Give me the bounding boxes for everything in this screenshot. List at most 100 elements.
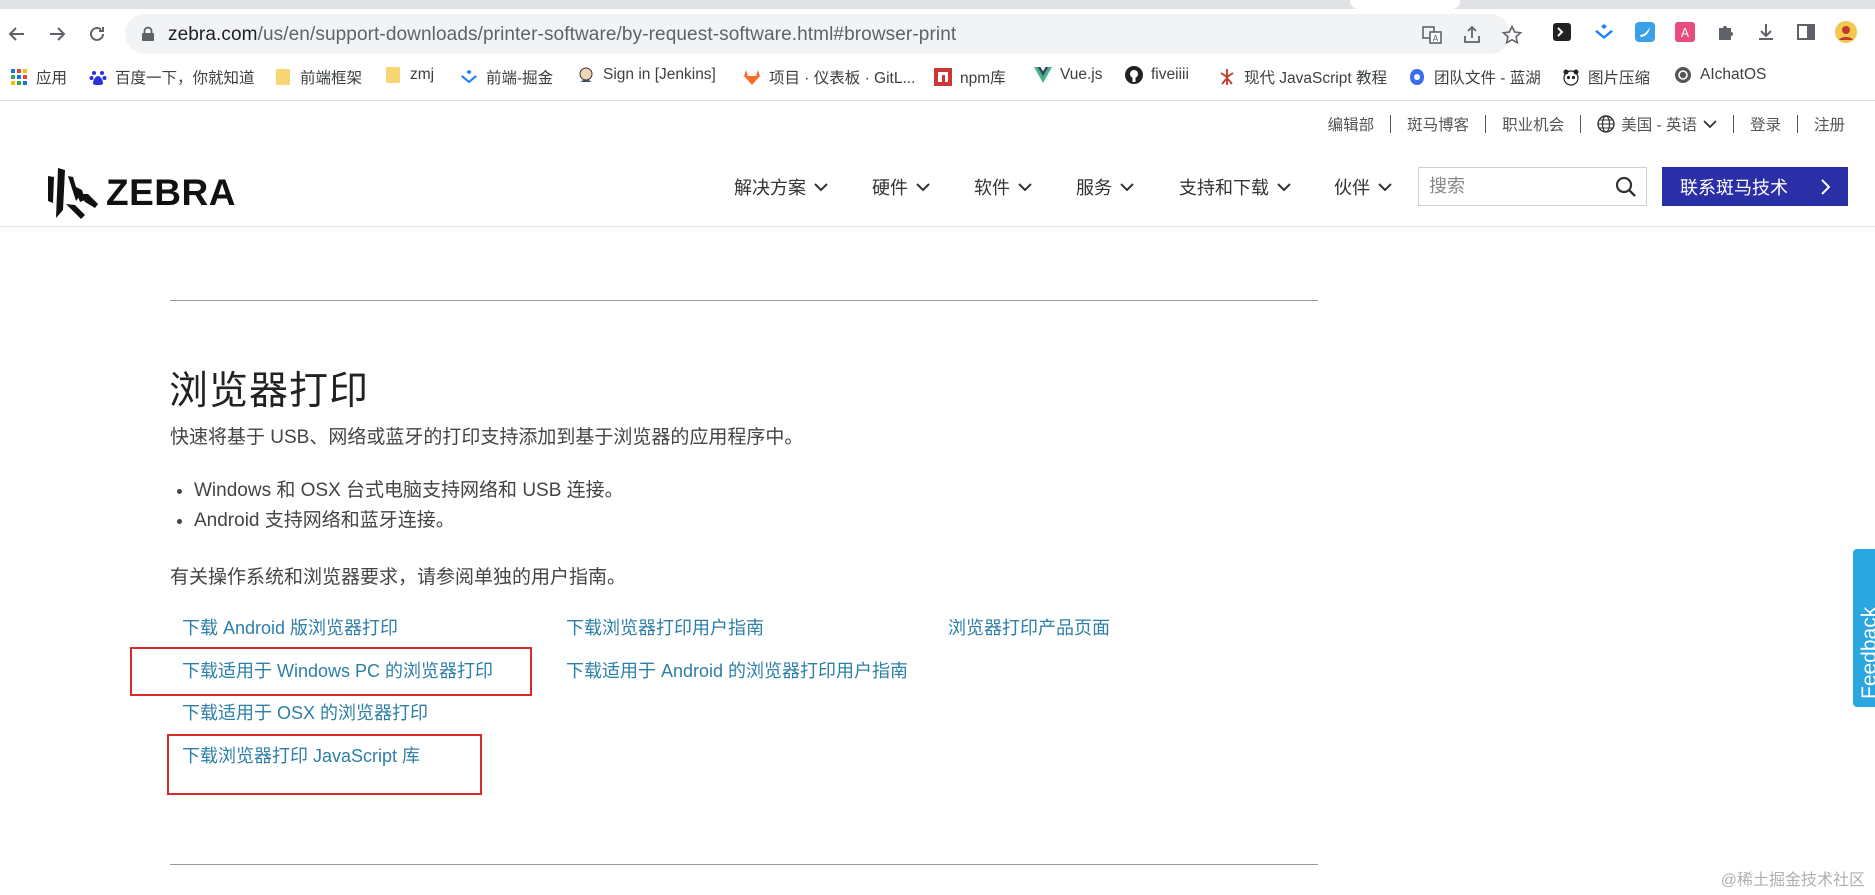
baidu-paw-icon xyxy=(89,68,107,86)
chevron-down-icon xyxy=(1018,183,1032,192)
bookmark-lanhu[interactable]: 团队文件 - 蓝湖 xyxy=(1408,66,1541,88)
folder-icon xyxy=(274,68,292,86)
reload-button[interactable] xyxy=(84,21,110,47)
utility-blog-link[interactable]: 斑马博客 xyxy=(1391,113,1485,135)
bookmark-apps[interactable]: 应用 xyxy=(10,66,67,88)
bookmark-image-compress[interactable]: 图片压缩 xyxy=(1562,66,1650,88)
bookmark-aichatos[interactable]: AIchatOS xyxy=(1674,66,1766,84)
bookmark-folder-zmj[interactable]: zmj xyxy=(384,66,434,84)
download-android-link[interactable]: 下载 Android 版浏览器打印 xyxy=(182,614,398,643)
download-osx-link[interactable]: 下载适用于 OSX 的浏览器打印 xyxy=(182,699,428,728)
contact-label: 联系斑马技术 xyxy=(1680,177,1788,198)
product-page-link[interactable]: 浏览器打印产品页面 xyxy=(948,614,1110,643)
tab-strip xyxy=(0,0,1875,9)
juejin-icon xyxy=(460,68,478,86)
bookmark-github[interactable]: fiveiiii xyxy=(1125,66,1189,84)
nav-services[interactable]: 服务 xyxy=(1076,174,1134,200)
feedback-label: Feedback xyxy=(1858,606,1875,699)
extension-blue-bird-icon[interactable] xyxy=(1633,20,1657,44)
logo-wordmark: ZEBRA xyxy=(106,172,236,213)
bookmark-gitlab[interactable]: 项目 · 仪表板 · GitL... xyxy=(743,66,915,88)
bookmark-folder-frameworks[interactable]: 前端框架 xyxy=(274,66,362,88)
chevron-down-icon xyxy=(1120,183,1134,192)
forward-button[interactable] xyxy=(44,21,70,47)
nav-hardware[interactable]: 硬件 xyxy=(872,174,930,200)
section-divider-top xyxy=(170,300,1318,301)
feature-list: Windows 和 OSX 台式电脑支持网络和 USB 连接。 Android … xyxy=(170,476,624,536)
feedback-tab[interactable]: Feedback xyxy=(1853,549,1875,707)
login-link[interactable]: 登录 xyxy=(1734,113,1797,135)
chevron-down-icon xyxy=(814,183,828,192)
chevron-down-icon xyxy=(1378,183,1392,192)
nav-partners[interactable]: 伙伴 xyxy=(1334,174,1392,200)
utility-editorial-link[interactable]: 编辑部 xyxy=(1312,113,1391,135)
bookmark-jenkins[interactable]: Sign in [Jenkins] xyxy=(577,66,716,84)
site-search xyxy=(1418,167,1647,206)
section-divider-bottom xyxy=(170,864,1318,865)
bookmark-npm[interactable]: npm库 xyxy=(934,66,1006,88)
chevron-right-icon xyxy=(1821,179,1830,195)
folder-icon xyxy=(384,66,402,84)
profile-avatar-icon[interactable] xyxy=(1834,20,1858,44)
zebra-logo[interactable]: ZEBRA xyxy=(44,164,236,222)
url-text: zebra.com/us/en/support-downloads/printe… xyxy=(168,24,957,45)
bookmark-baidu[interactable]: 百度一下，你就知道 xyxy=(89,66,255,88)
download-icon[interactable] xyxy=(1754,20,1778,44)
reload-icon xyxy=(90,26,104,41)
bookmark-juejin[interactable]: 前端-掘金 xyxy=(460,66,553,88)
svg-text:A: A xyxy=(1433,34,1439,43)
browser-chrome: zebra.com/us/en/support-downloads/printe… xyxy=(0,0,1875,101)
gitlab-icon xyxy=(743,68,761,86)
globe-icon xyxy=(1597,115,1615,133)
share-icon[interactable] xyxy=(1461,24,1483,46)
download-android-guide-link[interactable]: 下载适用于 Android 的浏览器打印用户指南 xyxy=(566,657,916,686)
javascript-info-icon xyxy=(1218,68,1236,86)
nav-solutions[interactable]: 解决方案 xyxy=(734,174,828,200)
region-label: 美国 - 英语 xyxy=(1621,117,1697,134)
register-link[interactable]: 注册 xyxy=(1798,113,1845,135)
extension-translate-red-icon[interactable]: A xyxy=(1673,20,1697,44)
zebra-head-icon xyxy=(48,168,98,219)
contact-zebra-button[interactable]: 联系斑马技术 xyxy=(1662,167,1848,206)
github-icon xyxy=(1125,66,1143,84)
region-selector[interactable]: 美国 - 英语 xyxy=(1581,113,1733,135)
chevron-down-icon xyxy=(1277,183,1291,192)
arrow-left-icon xyxy=(8,27,24,41)
download-user-guide-link[interactable]: 下载浏览器打印用户指南 xyxy=(566,614,764,643)
highlight-box-windows xyxy=(130,647,532,696)
extensions-puzzle-icon[interactable] xyxy=(1714,20,1738,44)
vue-icon xyxy=(1034,66,1052,84)
arrow-right-icon xyxy=(50,27,66,41)
bookmark-javascript-info[interactable]: 现代 JavaScript 教程 xyxy=(1218,66,1387,88)
apps-grid-icon xyxy=(10,68,28,86)
nav-software[interactable]: 软件 xyxy=(974,174,1032,200)
list-item: Windows 和 OSX 台式电脑支持网络和 USB 连接。 xyxy=(194,476,624,506)
nav-support-downloads[interactable]: 支持和下载 xyxy=(1179,174,1291,200)
address-bar[interactable]: zebra.com/us/en/support-downloads/printe… xyxy=(125,14,1523,54)
intro-text: 快速将基于 USB、网络或蓝牙的打印支持添加到基于浏览器的应用程序中。 xyxy=(170,427,804,448)
npm-icon xyxy=(934,68,952,86)
star-icon[interactable] xyxy=(1501,24,1523,46)
translate-icon[interactable]: A xyxy=(1421,24,1443,46)
utility-careers-link[interactable]: 职业机会 xyxy=(1486,113,1580,135)
bookmark-vue[interactable]: Vue.js xyxy=(1034,66,1103,84)
bookmarks-bar: 应用 百度一下，你就知道 前端框架 zmj 前端-掘金 Sign in [Jen… xyxy=(0,62,1875,94)
watermark: @稀土掘金技术社区 xyxy=(1720,872,1865,889)
utility-bar: 编辑部 斑马博客 职业机会 美国 - 英语 登录 注册 xyxy=(1312,113,1845,135)
main-navigation: ZEBRA 解决方案 硬件 软件 服务 支持和下载 伙伴 联系斑马技术 xyxy=(0,160,1875,227)
search-icon[interactable] xyxy=(1615,176,1637,198)
highlight-box-js xyxy=(167,734,482,795)
list-item: Android 支持网络和蓝牙连接。 xyxy=(194,506,624,536)
back-button[interactable] xyxy=(4,21,30,47)
extension-juejin-icon[interactable] xyxy=(1592,20,1616,44)
chevron-down-icon xyxy=(916,183,930,192)
lock-icon xyxy=(142,26,154,41)
search-input[interactable] xyxy=(1419,168,1619,204)
jenkins-icon xyxy=(577,66,595,84)
svg-text:A: A xyxy=(1681,26,1690,40)
panda-icon xyxy=(1562,68,1580,86)
side-panel-icon[interactable] xyxy=(1794,20,1818,44)
lanhu-icon xyxy=(1408,68,1426,86)
extension-terminal-icon[interactable] xyxy=(1550,20,1574,44)
chevron-down-icon xyxy=(1703,120,1717,129)
